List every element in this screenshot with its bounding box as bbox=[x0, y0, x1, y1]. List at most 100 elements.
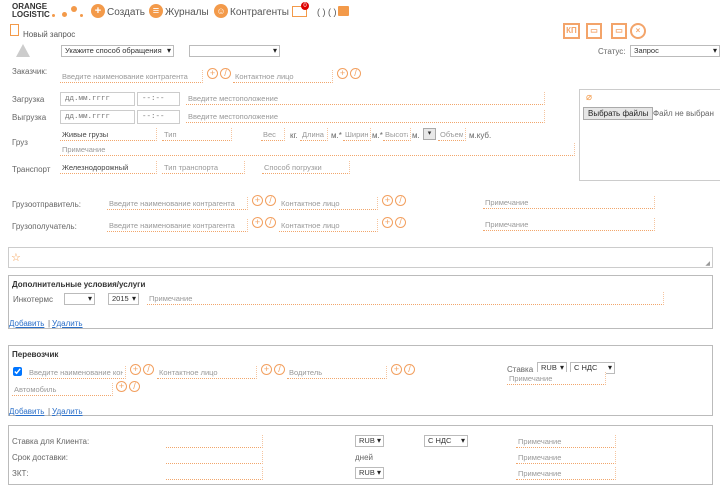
nav-contractors[interactable]: Контрагенты bbox=[230, 7, 289, 18]
client-rate-note-input[interactable] bbox=[516, 435, 616, 448]
cargo-type-input[interactable] bbox=[162, 128, 232, 141]
edit-icon[interactable]: / bbox=[265, 195, 276, 206]
days-unit: дней bbox=[355, 453, 374, 462]
carrier-name-input[interactable] bbox=[27, 366, 126, 379]
nav-journals[interactable]: Журналы bbox=[165, 7, 209, 18]
zkt-input[interactable] bbox=[166, 467, 263, 480]
shipper-contact-input[interactable] bbox=[279, 197, 378, 210]
close-button[interactable]: × bbox=[630, 23, 646, 39]
add-icon[interactable]: + bbox=[252, 195, 263, 206]
cargo-length-input[interactable] bbox=[300, 128, 328, 141]
contractors-icon[interactable]: ☺ bbox=[214, 4, 228, 18]
add-icon[interactable]: + bbox=[391, 364, 402, 375]
customer-label: Заказчик: bbox=[12, 67, 48, 76]
unloading-location-input[interactable] bbox=[186, 110, 545, 123]
carrier-checkbox[interactable] bbox=[13, 367, 22, 376]
add-icon[interactable]: + bbox=[207, 68, 218, 79]
contact-method-select[interactable]: Укажите способ обращения bbox=[61, 45, 174, 57]
edit-icon[interactable]: / bbox=[395, 217, 406, 228]
client-currency-select[interactable]: RUB bbox=[355, 435, 384, 447]
resize-handle[interactable]: ◢ bbox=[705, 260, 710, 267]
add-icon[interactable]: + bbox=[252, 217, 263, 228]
cargo-width-input[interactable] bbox=[343, 128, 371, 141]
transport-type-input[interactable] bbox=[162, 161, 245, 174]
add-icon[interactable]: + bbox=[337, 68, 348, 79]
carrier-title: Перевозчик bbox=[12, 350, 59, 359]
kp-button[interactable]: КП bbox=[563, 23, 580, 39]
transport-name-input[interactable] bbox=[60, 161, 157, 174]
loading-label: Загрузка bbox=[12, 95, 45, 104]
remove-link[interactable]: Удалить bbox=[52, 407, 83, 416]
loading-location-input[interactable] bbox=[186, 92, 545, 105]
car-input[interactable] bbox=[12, 383, 113, 396]
nav-create[interactable]: Создать bbox=[107, 7, 145, 18]
edit-icon[interactable]: / bbox=[274, 364, 285, 375]
consignee-note-input[interactable] bbox=[483, 218, 655, 231]
lock-icon[interactable] bbox=[338, 6, 349, 16]
link-separator: | bbox=[48, 319, 51, 328]
consignee-name-input[interactable] bbox=[107, 219, 248, 232]
client-rate-input[interactable] bbox=[166, 435, 263, 448]
add-icon[interactable]: + bbox=[130, 364, 141, 375]
dimension-select[interactable]: ▾ bbox=[423, 128, 436, 140]
cargo-weight-input[interactable] bbox=[261, 128, 285, 141]
consignee-contact-input[interactable] bbox=[279, 219, 378, 232]
status-label: Статус: bbox=[598, 47, 626, 56]
zkt-currency-select[interactable]: RUB bbox=[355, 467, 384, 479]
contact-method-select-2[interactable] bbox=[189, 45, 280, 57]
cargo-height-input[interactable] bbox=[383, 128, 411, 141]
cargo-volume-input[interactable] bbox=[438, 128, 466, 141]
cargo-note-input[interactable] bbox=[60, 143, 575, 156]
choose-files-button[interactable]: Выбрать файлы bbox=[583, 107, 654, 120]
remove-link[interactable]: Удалить bbox=[52, 319, 83, 328]
edit-icon[interactable]: / bbox=[265, 217, 276, 228]
customer-name-input[interactable] bbox=[60, 70, 203, 83]
loading-method-input[interactable] bbox=[262, 161, 350, 174]
delivery-time-input[interactable] bbox=[166, 451, 263, 464]
edit-icon[interactable]: / bbox=[350, 68, 361, 79]
save-as-button[interactable]: ▭ bbox=[586, 23, 602, 39]
zkt-note-input[interactable] bbox=[516, 467, 616, 480]
comment-textarea[interactable]: ☆ ◢ bbox=[8, 247, 713, 268]
add-icon[interactable]: + bbox=[382, 195, 393, 206]
logo-line2: LOGISTIC bbox=[12, 10, 50, 19]
extra-note-input[interactable] bbox=[147, 292, 664, 305]
customer-contact-input[interactable] bbox=[233, 70, 333, 83]
zkt-label: ЗКТ: bbox=[12, 469, 29, 478]
edit-icon[interactable]: / bbox=[220, 68, 231, 79]
create-icon[interactable]: + bbox=[91, 4, 105, 18]
add-link[interactable]: Добавить bbox=[9, 319, 44, 328]
unloading-time-input[interactable] bbox=[137, 110, 180, 124]
driver-input[interactable] bbox=[287, 366, 387, 379]
client-vat-select[interactable]: С НДС bbox=[424, 435, 468, 447]
edit-icon[interactable]: / bbox=[404, 364, 415, 375]
pin-icon: ☆ bbox=[11, 252, 21, 264]
add-link[interactable]: Добавить bbox=[9, 407, 44, 416]
shipper-note-input[interactable] bbox=[483, 196, 655, 209]
loading-time-input[interactable] bbox=[137, 92, 180, 106]
edit-icon[interactable]: / bbox=[129, 381, 140, 392]
save-button[interactable]: ▭ bbox=[611, 23, 627, 39]
document-icon bbox=[10, 24, 19, 36]
delivery-note-input[interactable] bbox=[516, 451, 616, 464]
loading-date-input[interactable] bbox=[60, 92, 135, 106]
carrier-note-input[interactable] bbox=[507, 372, 606, 385]
client-rate-label: Ставка для Клиента: bbox=[12, 437, 90, 446]
user-parens: ( ) ( ) bbox=[317, 7, 337, 17]
m-unit: м.* bbox=[331, 131, 342, 140]
year-select[interactable]: 2015 bbox=[108, 293, 139, 305]
unloading-date-input[interactable] bbox=[60, 110, 135, 124]
logo[interactable]: ORANGE LOGISTIC bbox=[12, 3, 50, 19]
add-icon[interactable]: + bbox=[116, 381, 127, 392]
carrier-contact-input[interactable] bbox=[157, 366, 257, 379]
incoterms-select[interactable] bbox=[64, 293, 95, 305]
shipper-name-input[interactable] bbox=[107, 197, 248, 210]
add-icon[interactable]: + bbox=[261, 364, 272, 375]
status-select[interactable]: Запрос bbox=[630, 45, 720, 57]
edit-icon[interactable]: / bbox=[143, 364, 154, 375]
add-icon[interactable]: + bbox=[382, 217, 393, 228]
journals-icon[interactable]: ≡ bbox=[149, 4, 163, 18]
edit-icon[interactable]: / bbox=[395, 195, 406, 206]
unloading-label: Выгрузка bbox=[12, 113, 47, 122]
cargo-name-input[interactable] bbox=[60, 128, 157, 141]
